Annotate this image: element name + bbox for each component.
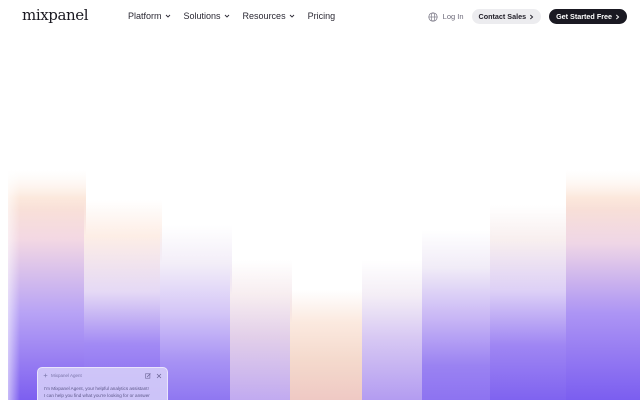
nav-resources[interactable]: Resources: [243, 11, 295, 21]
hero-fade-left: [0, 150, 20, 400]
globe-icon[interactable]: [428, 11, 438, 22]
mixpanel-logo[interactable]: mixpanel: [22, 6, 89, 24]
gradient-bar: [362, 260, 424, 400]
main-menu: Platform Solutions Resources Pricing: [128, 11, 335, 21]
chevron-down-icon: [289, 13, 295, 19]
chevron-right-icon: [529, 14, 534, 20]
page: mixpanel Platform Solutions Resources Pr…: [0, 0, 640, 400]
nav-solutions-label: Solutions: [183, 11, 221, 21]
agent-controls: [145, 372, 162, 379]
nav-pricing[interactable]: Pricing: [308, 11, 336, 21]
nav-pricing-label: Pricing: [307, 11, 336, 21]
sparkle-icon: [43, 373, 48, 378]
agent-header: Mixpanel Agent: [38, 368, 167, 379]
top-nav: mixpanel Platform Solutions Resources Pr…: [0, 0, 640, 34]
agent-chat-widget[interactable]: Mixpanel Agent I'm Mixpanel Agent, your …: [37, 367, 168, 400]
nav-actions: Log In Contact Sales Get Started Free: [428, 9, 627, 24]
chevron-down-icon: [165, 13, 171, 19]
nav-platform-label: Platform: [128, 11, 162, 21]
gradient-bar: [290, 290, 364, 400]
compose-icon[interactable]: [145, 372, 151, 379]
chevron-right-icon: [615, 14, 620, 20]
nav-solutions[interactable]: Solutions: [184, 11, 230, 21]
agent-message: I'm Mixpanel Agent, your helpful analyti…: [38, 379, 167, 399]
get-started-label: Get Started Free: [556, 12, 612, 21]
gradient-bar: [422, 230, 492, 400]
nav-platform[interactable]: Platform: [128, 11, 171, 21]
agent-title: Mixpanel Agent: [51, 373, 82, 378]
agent-message-line: I'm Mixpanel Agent, your helpful analyti…: [44, 386, 149, 391]
chevron-down-icon: [224, 13, 230, 19]
gradient-bar: [490, 205, 568, 400]
contact-sales-button[interactable]: Contact Sales: [471, 9, 542, 24]
hero-fade: [0, 150, 640, 210]
agent-message-line: I can help you find what you're looking …: [44, 393, 150, 398]
gradient-bar: [230, 260, 292, 400]
login-link[interactable]: Log In: [443, 12, 464, 21]
close-icon[interactable]: [156, 373, 162, 379]
nav-resources-label: Resources: [242, 11, 286, 21]
get-started-button[interactable]: Get Started Free: [549, 9, 627, 24]
contact-sales-label: Contact Sales: [478, 12, 527, 21]
gradient-bar: [160, 225, 232, 400]
